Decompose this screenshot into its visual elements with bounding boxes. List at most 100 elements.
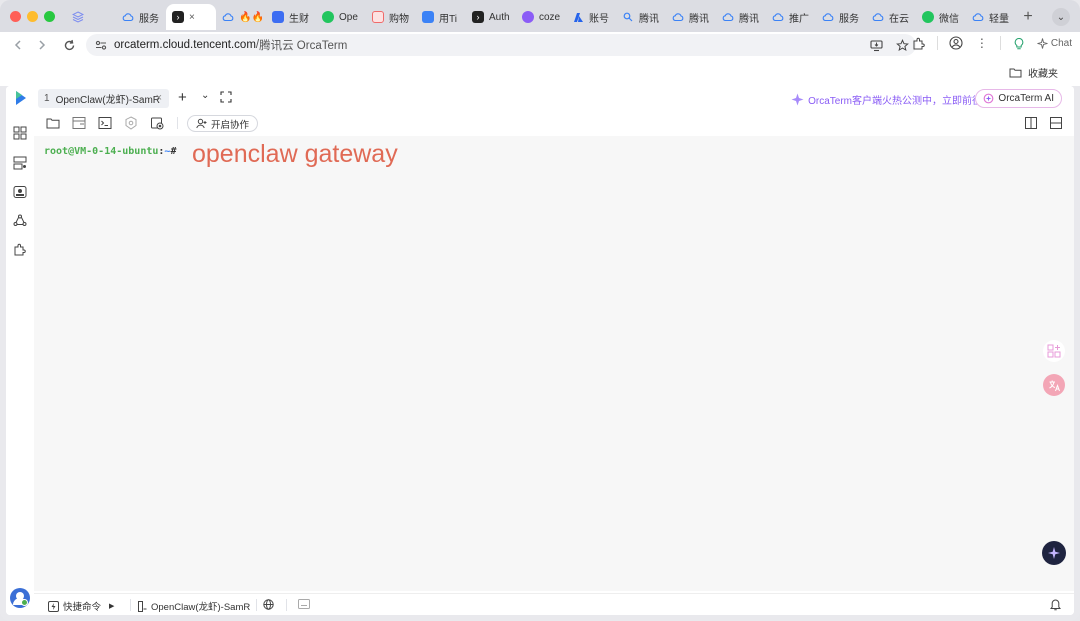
more-menu-icon[interactable]: ⋮	[974, 35, 990, 51]
split-vertical-icon[interactable]	[1024, 116, 1038, 130]
bookmark-star-icon[interactable]	[894, 37, 910, 53]
url-host: orcaterm.cloud.tencent.com	[114, 39, 256, 51]
chat-button[interactable]: Chat	[1037, 38, 1072, 49]
browser-tab-label: 在云	[889, 13, 909, 25]
close-icon[interactable]: ×	[189, 12, 195, 23]
monitor-panel-icon[interactable]	[72, 116, 86, 130]
lightning-icon	[48, 600, 59, 612]
lightbulb-icon[interactable]	[1011, 35, 1027, 51]
sparkle-icon	[1037, 37, 1048, 49]
server-indicator[interactable]: OpenClaw(龙虾)-SamR	[138, 599, 250, 613]
browser-tab-label: Ope	[339, 11, 358, 23]
start-collaboration-button[interactable]: 开启协作	[187, 115, 259, 132]
profile-icon[interactable]	[948, 35, 964, 51]
add-user-icon	[196, 118, 207, 129]
browser-tabs: 服务 › × 🔥🔥 生财 Ope 购物 用Ti › Auth coze 账号 腾讯 腾讯 腾讯 推广 服务 在云微…	[66, 4, 1040, 30]
bookmark-folder[interactable]: 收藏夹	[1009, 65, 1058, 80]
reload-icon	[64, 39, 74, 50]
browser-tab[interactable]: 推广	[766, 4, 816, 30]
search-icon	[622, 11, 634, 23]
fullscreen-icon[interactable]	[220, 91, 232, 103]
browser-tab[interactable]: 腾讯	[716, 4, 766, 30]
bell-icon[interactable]	[1050, 599, 1061, 611]
translate-icon[interactable]	[1043, 374, 1065, 396]
browser-tab[interactable]: 轻量	[966, 4, 1016, 30]
chevron-down-icon[interactable]: ⌄	[1052, 8, 1070, 26]
browser-tab[interactable]: 用Ti	[416, 4, 466, 30]
browser-tab[interactable]: 账号	[566, 4, 616, 30]
browser-tab[interactable]: 购物	[366, 4, 416, 30]
arrow-left-icon	[14, 40, 21, 50]
chat-label: Chat	[1050, 37, 1072, 49]
new-tab-button[interactable]: +	[1016, 5, 1040, 29]
browser-tab[interactable]: 在云	[866, 4, 916, 30]
reload-button[interactable]	[57, 33, 81, 57]
server-list-icon[interactable]	[13, 156, 27, 170]
orcaterm-logo-icon	[16, 91, 26, 105]
browser-tab[interactable]: 生财	[266, 4, 316, 30]
stack-icon	[72, 11, 84, 23]
browser-tab-label: Auth	[489, 11, 510, 23]
extensions-icon[interactable]	[911, 35, 927, 51]
client-promo-link[interactable]: OrcaTerm客户端火热公测中，立即前往	[791, 92, 982, 107]
collab-label: 开启协作	[211, 119, 250, 131]
browser-tab-label: 账号	[589, 13, 609, 25]
security-icon[interactable]	[124, 116, 138, 130]
back-button[interactable]	[6, 33, 30, 57]
plugin-icon[interactable]	[13, 243, 27, 257]
cloud-icon	[772, 11, 784, 23]
site-settings-icon[interactable]	[95, 39, 107, 51]
session-tab-label: OpenClaw(龙虾)-SamR	[55, 95, 161, 106]
install-app-icon[interactable]	[868, 37, 884, 53]
new-session-button[interactable]: +	[178, 89, 187, 106]
close-window-button[interactable]	[10, 11, 21, 22]
browser-tab[interactable]: 🔥🔥	[216, 4, 266, 30]
terminal-icon: ›	[472, 11, 484, 23]
ai-sparkle-icon	[984, 93, 994, 104]
browser-tab[interactable]: › Auth	[466, 4, 516, 30]
server-name: OpenClaw(龙虾)-SamR	[151, 602, 251, 613]
browser-tab[interactable]: 微信	[916, 4, 966, 30]
browser-tab-label: 腾讯	[739, 13, 759, 25]
quick-command-button[interactable]: 快捷命令 ▶	[48, 599, 114, 613]
browser-tab[interactable]: › ×	[166, 4, 216, 30]
terminal-prompt-icon[interactable]	[98, 116, 112, 130]
maximize-window-button[interactable]	[44, 11, 55, 22]
browser-tab[interactable]: 服务	[116, 4, 166, 30]
terminal-window-icon[interactable]	[13, 185, 27, 199]
add-widget-icon[interactable]	[1043, 340, 1065, 362]
browser-tab[interactable]: 服务	[816, 4, 866, 30]
browser-tab-label: 推广	[789, 13, 809, 25]
session-tab[interactable]: 1 OpenClaw(龙虾)-SamR ×	[38, 89, 169, 108]
cluster-icon[interactable]	[13, 214, 27, 228]
keyboard-icon[interactable]	[298, 599, 310, 609]
forward-button[interactable]	[30, 33, 54, 57]
apps-grid-icon[interactable]	[13, 126, 27, 140]
avatar[interactable]	[10, 588, 30, 608]
ai-assistant-icon[interactable]	[1042, 541, 1066, 565]
browser-toolbar: orcaterm.cloud.tencent.com / 腾讯云 OrcaTer…	[0, 32, 1080, 58]
browser-tab-label: 轻量	[989, 13, 1009, 25]
side-rail	[6, 110, 34, 615]
browser-tab[interactable]: Ope	[316, 4, 366, 30]
terminal-screen[interactable]: root@VM-0-14-ubuntu:~# openclaw gateway	[34, 136, 1074, 591]
address-bar[interactable]: orcaterm.cloud.tencent.com / 腾讯云 OrcaTer…	[86, 34, 916, 56]
browser-tab[interactable]: coze	[516, 4, 566, 30]
close-icon[interactable]: ×	[156, 92, 162, 104]
record-icon[interactable]	[150, 116, 164, 130]
chevron-down-icon[interactable]: ⌄	[201, 90, 209, 101]
browser-tab-label: coze	[539, 11, 561, 23]
browser-tab[interactable]: 腾讯	[666, 4, 716, 30]
prompt-hash: #	[170, 146, 177, 157]
globe-icon[interactable]	[263, 599, 274, 610]
orcaterm-ai-button[interactable]: OrcaTerm AI	[975, 89, 1062, 108]
chat-bubble-icon	[322, 11, 334, 23]
split-horizontal-icon[interactable]	[1049, 116, 1063, 130]
prompt-user-host: root@VM-0-14-ubuntu	[44, 146, 159, 157]
app-header: 1 OpenClaw(龙虾)-SamR × + ⌄ OrcaTerm客户端火热公…	[6, 86, 1074, 110]
browser-tab[interactable]: 腾讯	[616, 4, 666, 30]
quick-command-label: 快捷命令	[63, 602, 102, 613]
browser-tab[interactable]	[66, 4, 116, 30]
file-manager-icon[interactable]	[46, 116, 60, 130]
minimize-window-button[interactable]	[27, 11, 38, 22]
